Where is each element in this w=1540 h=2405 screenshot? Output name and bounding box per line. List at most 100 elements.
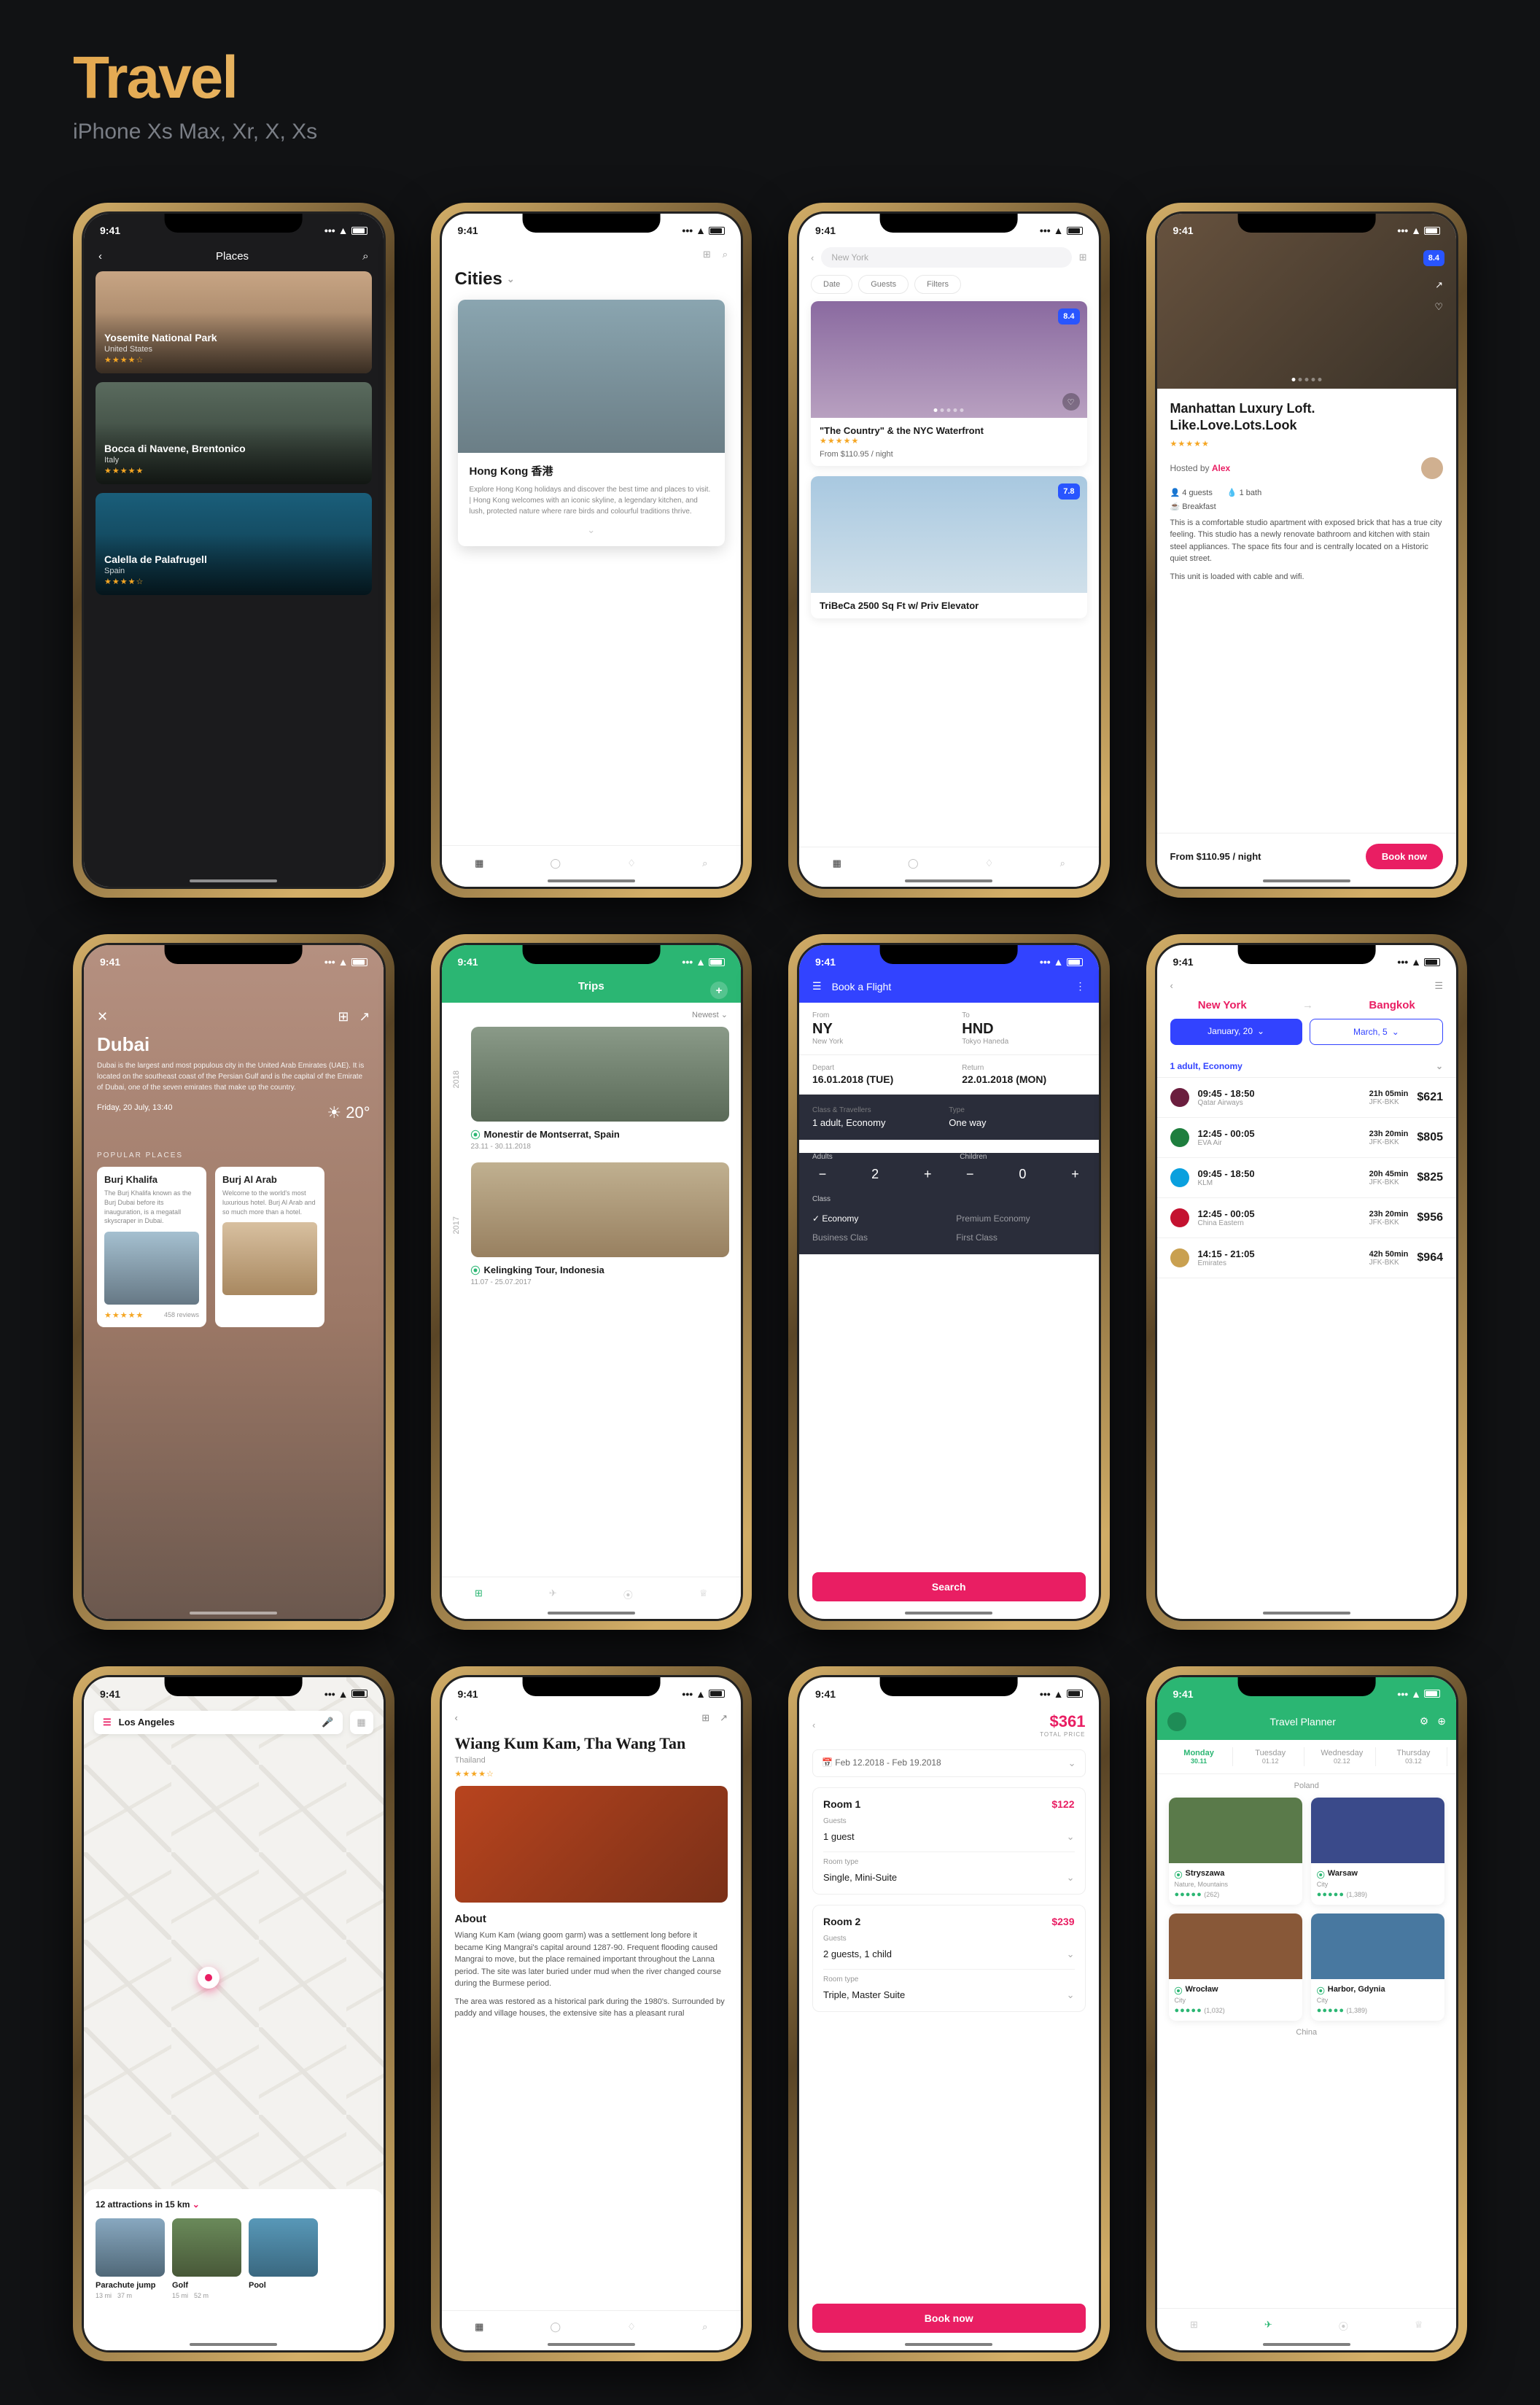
activity-card[interactable]: Parachute jump13 mi37 m bbox=[96, 2218, 165, 2299]
map-icon[interactable]: ⊞ bbox=[701, 1712, 709, 1724]
date-range-selector[interactable]: 📅 Feb 12.2018 - Feb 19.2018⌄ bbox=[812, 1749, 1086, 1777]
hotel-card[interactable]: 8.4 ♡ "The Country" & the NYC Waterfront… bbox=[811, 301, 1087, 466]
favorite-icon[interactable]: ♡ bbox=[1434, 301, 1443, 313]
nav-chat-icon[interactable]: ◯ bbox=[551, 858, 561, 869]
search-icon[interactable]: ⌕ bbox=[362, 250, 368, 263]
city-card[interactable]: Hong Kong 香港Explore Hong Kong holidays a… bbox=[458, 300, 726, 546]
nav-icon[interactable]: ⊞ bbox=[1190, 2319, 1198, 2333]
nav-icon[interactable]: ▦ bbox=[833, 858, 841, 869]
date-to-button[interactable]: March, 5 ⌄ bbox=[1310, 1019, 1443, 1045]
sort-selector[interactable]: Newest ⌄ bbox=[442, 1003, 742, 1027]
settings-icon[interactable]: ⚙ bbox=[1420, 1715, 1429, 1728]
mic-icon[interactable]: 🎤 bbox=[322, 1717, 333, 1728]
map-icon[interactable]: ⊞ bbox=[703, 249, 711, 260]
from-field[interactable]: FromNYNew York bbox=[799, 1003, 949, 1054]
nav-search-icon[interactable]: ⌕ bbox=[702, 858, 707, 869]
flight-row[interactable]: 09:45 - 18:50KLM 20h 45minJFK-BKK $825 bbox=[1157, 1158, 1457, 1198]
back-icon[interactable]: ‹ bbox=[811, 252, 814, 263]
cities-heading[interactable]: Cities ⌄ bbox=[442, 266, 742, 300]
nav-map-icon[interactable]: ⊞ bbox=[475, 1588, 483, 1601]
filter-date[interactable]: Date bbox=[811, 275, 852, 294]
nav-icon[interactable]: ⌕ bbox=[1060, 858, 1065, 869]
nav-icon[interactable]: ♢ bbox=[627, 2321, 636, 2333]
nav-icon[interactable]: ⌕ bbox=[702, 2321, 707, 2333]
back-icon[interactable]: ‹ bbox=[455, 1712, 458, 1724]
place-card[interactable]: Yosemite National ParkUnited States★★★★☆ bbox=[96, 271, 372, 373]
nav-icon[interactable]: ♕ bbox=[1415, 2319, 1423, 2333]
nav-bell-icon[interactable]: ♢ bbox=[627, 858, 636, 869]
flight-row[interactable]: 14:15 - 21:05Emirates 42h 50minJFK-BKK $… bbox=[1157, 1238, 1457, 1278]
share-icon[interactable]: ↗ bbox=[1435, 279, 1443, 291]
class-option[interactable]: Business Clas bbox=[812, 1232, 941, 1243]
trip-card[interactable]: ⦿Monestir de Montserrat, Spain23.11 - 30… bbox=[471, 1027, 730, 1151]
hotel-card[interactable]: 7.8 TriBeCa 2500 Sq Ft w/ Priv Elevator bbox=[811, 476, 1087, 618]
map-marker[interactable] bbox=[198, 1967, 219, 1989]
class-option[interactable]: Premium Economy bbox=[956, 1213, 1085, 1224]
add-button[interactable]: ⊕ bbox=[1437, 1715, 1446, 1728]
depart-field[interactable]: Depart16.01.2018 (TUE) bbox=[799, 1055, 949, 1094]
planner-card[interactable]: ⦿ Stryszawa Nature, Mountains ●●●●● (262… bbox=[1169, 1798, 1302, 1905]
place-card[interactable]: Burj KhalifaThe Burj Khalifa known as th… bbox=[97, 1167, 206, 1326]
share-icon[interactable]: ↗ bbox=[720, 1712, 728, 1724]
place-card[interactable]: Burj Al ArabWelcome to the world's most … bbox=[215, 1167, 324, 1326]
class-option[interactable]: First Class bbox=[956, 1232, 1085, 1243]
nav-icon[interactable]: ◯ bbox=[908, 858, 919, 869]
nav-pin-icon[interactable]: ⦿ bbox=[623, 1588, 633, 1601]
flight-row[interactable]: 09:45 - 18:50Qatar Airways 21h 05minJFK-… bbox=[1157, 1078, 1457, 1118]
filter-guests[interactable]: Guests bbox=[858, 275, 909, 294]
share-icon[interactable]: ↗ bbox=[359, 1009, 370, 1025]
class-option[interactable]: Economy bbox=[812, 1213, 941, 1224]
flight-row[interactable]: 12:45 - 00:05EVA Air 23h 20minJFK-BKK $8… bbox=[1157, 1118, 1457, 1158]
type-selector[interactable]: Triple, Master Suite⌄ bbox=[823, 1984, 1075, 2001]
passengers-selector[interactable]: 1 adult, Economy ⌄ bbox=[1157, 1055, 1457, 1078]
day-tab[interactable]: Monday30.11 bbox=[1166, 1747, 1233, 1766]
close-icon[interactable]: ✕ bbox=[97, 1009, 108, 1025]
search-input[interactable]: New York bbox=[821, 247, 1071, 268]
flight-row[interactable]: 12:45 - 00:05China Eastern 23h 20minJFK-… bbox=[1157, 1198, 1457, 1238]
nav-trophy-icon[interactable]: ♕ bbox=[699, 1588, 708, 1601]
layers-icon[interactable]: ▦ bbox=[350, 1711, 373, 1734]
plus-button[interactable]: + bbox=[917, 1167, 938, 1182]
menu-icon[interactable]: ☰ bbox=[812, 980, 822, 992]
minus-button[interactable]: − bbox=[960, 1167, 980, 1182]
nav-plane-icon[interactable]: ✈ bbox=[1264, 2319, 1272, 2333]
host-avatar[interactable] bbox=[1421, 457, 1443, 479]
menu-icon[interactable]: ☰ bbox=[103, 1717, 112, 1728]
plus-button[interactable]: + bbox=[1065, 1167, 1086, 1182]
back-icon[interactable]: ‹ bbox=[98, 250, 102, 263]
filter-icon[interactable]: ☰ bbox=[1434, 980, 1443, 992]
activity-card[interactable]: Pool bbox=[249, 2218, 318, 2299]
day-tab[interactable]: Tuesday01.12 bbox=[1237, 1747, 1304, 1766]
planner-card[interactable]: ⦿ Wrocław City ●●●●● (1,032) bbox=[1169, 1913, 1302, 2021]
trip-card[interactable]: ⦿Kelingking Tour, Indonesia11.07 - 25.07… bbox=[471, 1162, 730, 1286]
day-tab[interactable]: Wednesday02.12 bbox=[1309, 1747, 1376, 1766]
add-button[interactable]: + bbox=[710, 982, 728, 999]
planner-card[interactable]: ⦿ Harbor, Gdynia City ●●●●● (1,389) bbox=[1311, 1913, 1444, 2021]
more-icon[interactable]: ⋮ bbox=[1076, 980, 1086, 992]
place-card[interactable]: Calella de PalafrugellSpain★★★★☆ bbox=[96, 493, 372, 595]
nav-icon[interactable]: ⦿ bbox=[1339, 2319, 1348, 2333]
map-icon[interactable]: ⊞ bbox=[338, 1009, 349, 1025]
nav-plane-icon[interactable]: ✈ bbox=[549, 1588, 557, 1601]
planner-card[interactable]: ⦿ Warsaw City ●●●●● (1,389) bbox=[1311, 1798, 1444, 1905]
sheet-title[interactable]: 12 attractions in 15 km ⌄ bbox=[96, 2199, 372, 2210]
search-button[interactable]: Search bbox=[812, 1572, 1086, 1601]
return-field[interactable]: Return22.01.2018 (MON) bbox=[949, 1055, 1098, 1094]
nav-icon[interactable]: ◯ bbox=[551, 2321, 561, 2333]
back-icon[interactable]: ‹ bbox=[1170, 980, 1173, 992]
to-field[interactable]: ToHNDTokyo Haneda bbox=[949, 1003, 1098, 1054]
host-name[interactable]: Alex bbox=[1212, 463, 1230, 473]
day-tab[interactable]: Thursday03.12 bbox=[1380, 1747, 1447, 1766]
nav-icon[interactable]: ♢ bbox=[985, 858, 994, 869]
favorite-icon[interactable]: ♡ bbox=[1062, 393, 1080, 411]
type-selector[interactable]: Single, Mini-Suite⌄ bbox=[823, 1866, 1075, 1884]
book-button[interactable]: Book now bbox=[1366, 844, 1443, 869]
guests-selector[interactable]: 1 guest⌄ bbox=[823, 1825, 1075, 1852]
date-from-button[interactable]: January, 20 ⌄ bbox=[1170, 1019, 1302, 1045]
avatar[interactable] bbox=[1167, 1712, 1186, 1731]
map-icon[interactable]: ⊞ bbox=[1079, 252, 1087, 263]
expand-icon[interactable]: ⌄ bbox=[470, 524, 714, 536]
filter-more[interactable]: Filters bbox=[914, 275, 961, 294]
nav-icon[interactable]: ▦ bbox=[475, 2321, 483, 2333]
location-input[interactable]: ☰Los Angeles🎤 bbox=[94, 1711, 343, 1734]
